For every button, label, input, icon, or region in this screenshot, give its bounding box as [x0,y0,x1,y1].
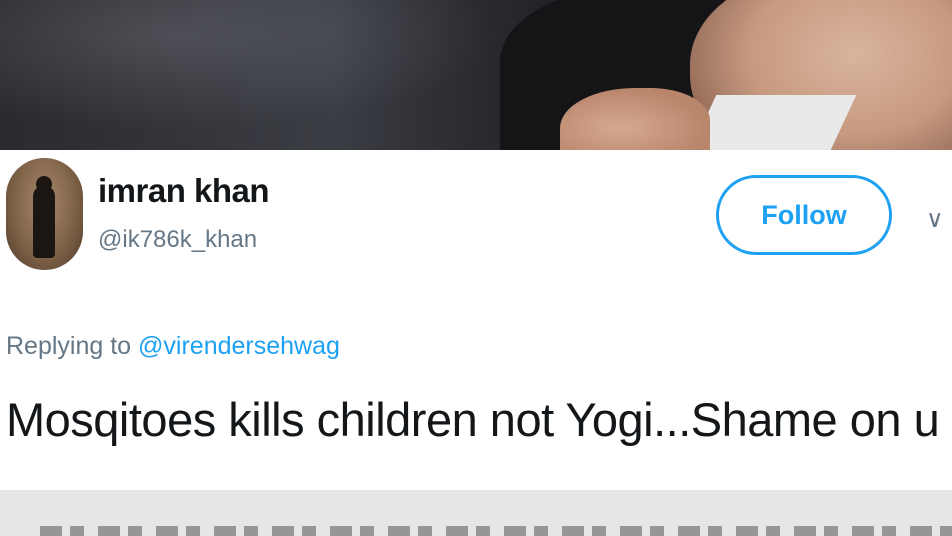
avatar[interactable] [6,158,83,270]
mention-link[interactable]: @virendersehwag [138,332,340,360]
display-name[interactable]: imran khan [98,172,270,210]
bottom-caption-strip [0,490,952,536]
replying-to-line: Replying to @virendersehwag [6,332,340,361]
tweet-text: Mosqitoes kills children not Yogi...Sham… [6,393,940,446]
replying-to-label: Replying to [6,332,132,360]
chevron-down-icon[interactable]: ∨ [926,205,944,234]
user-handle[interactable]: @ik786k_khan [98,226,257,254]
tweet-card: imran khan @ik786k_khan Follow ∨ Replyin… [0,150,952,490]
header-photo [0,0,952,150]
follow-button[interactable]: Follow [716,175,892,255]
